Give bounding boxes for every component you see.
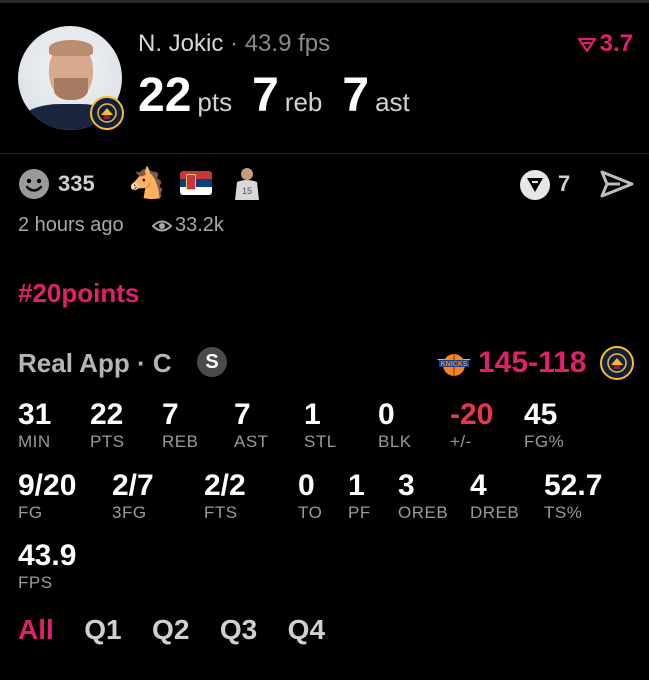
stat-value: 2/2 xyxy=(204,469,246,502)
stat-value: 0 xyxy=(378,398,395,431)
stat-label: AST xyxy=(234,432,269,451)
stat-value: 4 xyxy=(470,469,487,502)
stat-value: 0 xyxy=(298,469,315,502)
headline-stats: 22 pts 7 reb 7 ast xyxy=(138,68,430,123)
ast-value: 7 xyxy=(342,69,370,122)
stat-label: PF xyxy=(348,503,371,522)
stat-fg-pct: 45 FG% xyxy=(524,398,564,452)
reactions-count: 335 xyxy=(58,171,95,196)
stat-value: 45 xyxy=(524,398,558,431)
pts-unit: pts xyxy=(197,87,233,117)
stat-ts-pct: 52.7 TS% xyxy=(544,469,602,523)
stat-label: DREB xyxy=(470,503,520,522)
stat-min: 31 MIN xyxy=(18,398,51,452)
trend-value: 3.7 xyxy=(599,30,633,57)
eye-icon xyxy=(151,220,173,232)
trend-indicator: 3.7 xyxy=(577,30,633,58)
stat-value: 22 xyxy=(90,398,124,431)
s-badge: S xyxy=(197,347,227,377)
votes-icon[interactable] xyxy=(518,168,552,202)
stat-label: FG xyxy=(18,503,43,522)
top-divider xyxy=(0,0,649,3)
stat-value: 52.7 xyxy=(544,469,603,502)
stat-value: 43.9 xyxy=(18,539,77,572)
stat-fts: 2/2 FTS xyxy=(204,469,246,523)
separator: · xyxy=(230,30,239,57)
stat-value: 2/7 xyxy=(112,469,154,502)
stat-label: MIN xyxy=(18,432,51,451)
stat-blk: 0 BLK xyxy=(378,398,412,452)
ast-unit: ast xyxy=(375,87,410,117)
stat-to: 0 TO xyxy=(298,469,322,523)
stat-value: 7 xyxy=(162,398,179,431)
stat-3fg: 2/7 3FG xyxy=(112,469,154,523)
post-time: 2 hours ago xyxy=(18,214,124,236)
svg-text:KNICKS: KNICKS xyxy=(441,361,468,368)
views-value: 33.2k xyxy=(175,214,224,236)
horse-icon[interactable]: 🐴 xyxy=(128,166,165,201)
pts-value: 22 xyxy=(138,69,192,122)
stat-label: BLK xyxy=(378,432,412,451)
stat-pts: 22 PTS xyxy=(90,398,125,452)
stat-plus-minus: -20 +/- xyxy=(450,398,493,452)
tab-q4[interactable]: Q4 xyxy=(288,614,325,646)
stat-ast: 7 AST xyxy=(234,398,269,452)
player-title[interactable]: N. Jokic · 43.9 fps xyxy=(138,30,330,58)
quarter-tabs: All Q1 Q2 Q3 Q4 xyxy=(18,614,351,646)
stat-dreb: 4 DREB xyxy=(470,469,519,523)
player-name: N. Jokic xyxy=(138,30,224,57)
game-source: Real App · C xyxy=(18,348,172,378)
game-score[interactable]: 145-118 xyxy=(478,346,586,380)
stat-stl: 1 STL xyxy=(304,398,337,452)
stat-oreb: 3 OREB xyxy=(398,469,448,523)
stat-fps: 43.9 FPS xyxy=(18,539,76,593)
reb-unit: reb xyxy=(284,87,323,117)
nuggets-badge-icon xyxy=(90,96,124,130)
stat-label: +/- xyxy=(450,432,472,451)
player-sticker-icon[interactable]: 15 xyxy=(232,166,262,200)
stat-label: FTS xyxy=(204,503,238,522)
tab-q2[interactable]: Q2 xyxy=(152,614,189,646)
nuggets-logo-icon xyxy=(600,346,634,380)
tab-all[interactable]: All xyxy=(18,614,54,646)
stat-label: TS% xyxy=(544,503,583,522)
stat-label: STL xyxy=(304,432,337,451)
stat-reb: 7 REB xyxy=(162,398,198,452)
knicks-logo-icon: KNICKS xyxy=(437,354,471,376)
stat-fg: 9/20 FG xyxy=(18,469,76,523)
score-away: 118 xyxy=(538,346,587,379)
view-count: 33.2k xyxy=(151,214,224,237)
section-divider xyxy=(0,153,649,154)
stat-label: FG% xyxy=(524,432,565,451)
stat-label: PTS xyxy=(90,432,125,451)
stat-label: 3FG xyxy=(112,503,147,522)
score-home: 145 xyxy=(478,346,529,379)
stat-pf: 1 PF xyxy=(348,469,371,523)
reaction-smile-icon[interactable] xyxy=(18,168,50,200)
svg-text:15: 15 xyxy=(242,186,252,196)
reb-value: 7 xyxy=(252,69,279,122)
votes-count: 7 xyxy=(558,171,571,196)
stat-value: -20 xyxy=(450,398,494,431)
score-separator: - xyxy=(528,346,539,379)
stat-label: FPS xyxy=(18,573,53,592)
trend-down-icon xyxy=(577,37,596,53)
stat-label: REB xyxy=(162,432,199,451)
hashtag-link[interactable]: #20points xyxy=(18,278,139,309)
stat-value: 1 xyxy=(348,469,365,502)
serbia-flag-icon[interactable] xyxy=(180,171,212,195)
tab-q1[interactable]: Q1 xyxy=(84,614,121,646)
stat-value: 7 xyxy=(234,398,251,431)
stat-value: 31 xyxy=(18,398,52,431)
player-fps: 43.9 fps xyxy=(244,30,331,57)
stat-label: TO xyxy=(298,503,323,522)
stat-value: 1 xyxy=(304,398,321,431)
stat-label: OREB xyxy=(398,503,449,522)
share-icon[interactable] xyxy=(600,170,634,198)
stat-value: 3 xyxy=(398,469,415,502)
stat-value: 9/20 xyxy=(18,469,77,502)
tab-q3[interactable]: Q3 xyxy=(220,614,257,646)
